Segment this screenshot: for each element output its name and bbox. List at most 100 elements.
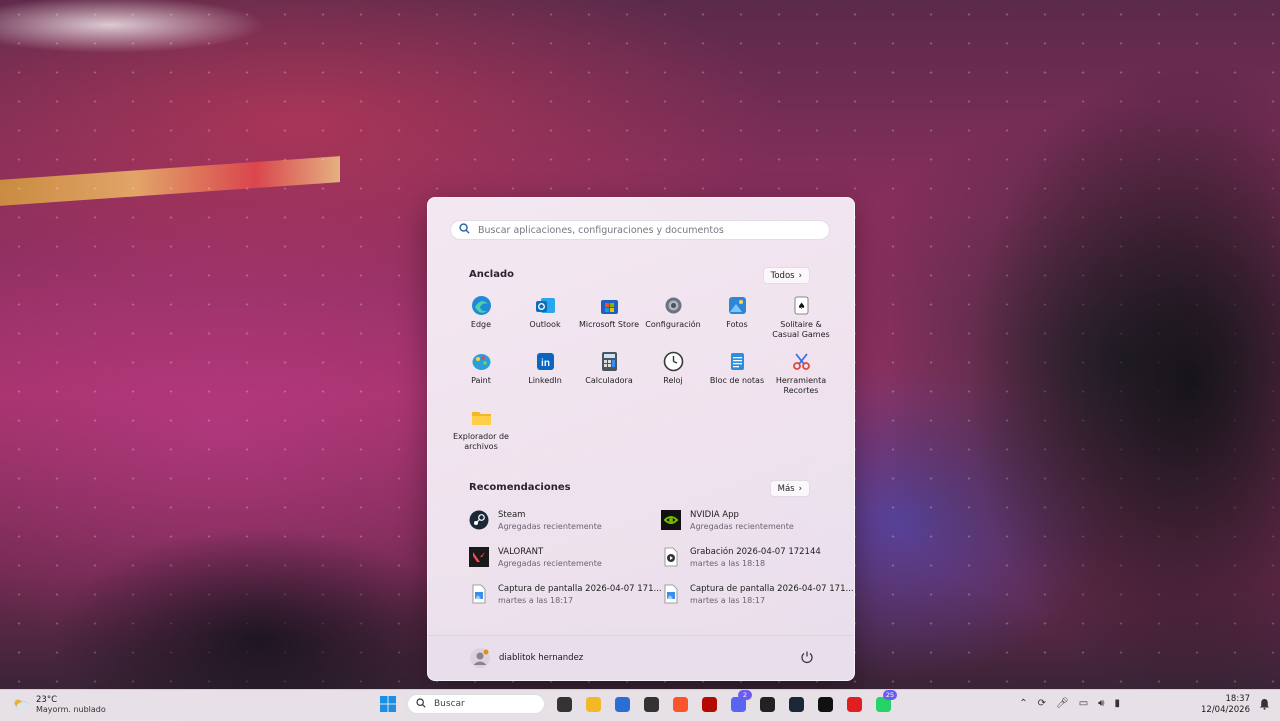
wallpaper-crowd xyxy=(0,440,430,690)
network-icon[interactable]: ▭ xyxy=(1079,698,1088,709)
notification-badge: 2 xyxy=(738,690,752,700)
svg-text:in: in xyxy=(541,358,550,369)
taskbar-search[interactable]: Buscar xyxy=(407,694,545,714)
chevron-up-icon[interactable]: ⌃ xyxy=(1019,698,1027,709)
wallpaper-people xyxy=(860,0,1280,690)
nvidia-icon xyxy=(661,510,681,530)
pinned-app-linkedin[interactable]: in LinkedIn xyxy=(513,351,577,396)
start-search-box[interactable] xyxy=(450,220,830,240)
pinned-app-gear[interactable]: Configuración xyxy=(641,295,705,340)
start-search-input[interactable] xyxy=(476,223,820,237)
search-icon xyxy=(416,697,426,711)
pinned-app-calculator[interactable]: Calculadora xyxy=(577,351,641,396)
pinned-app-store[interactable]: Microsoft Store xyxy=(577,295,641,340)
paint-icon xyxy=(471,351,492,372)
recommendation-item[interactable]: Captura de pantalla 2026-04-07 171... mar… xyxy=(469,584,662,606)
user-account-button[interactable]: diablitok hernandez xyxy=(470,648,583,668)
whatsapp-icon[interactable]: 25 xyxy=(873,690,897,714)
file-explorer-icon[interactable] xyxy=(583,694,603,714)
pinned-app-label: Herramienta Recortes xyxy=(775,376,827,395)
store-icon xyxy=(599,295,620,316)
pinned-app-edge[interactable]: Edge xyxy=(449,295,513,340)
pinned-app-label: Reloj xyxy=(663,376,683,385)
discord-icon[interactable]: 2 xyxy=(728,690,752,714)
pinned-app-label: Outlook xyxy=(529,320,561,329)
clock-time: 18:37 xyxy=(1225,694,1251,704)
brave-icon[interactable] xyxy=(670,694,690,714)
pinned-app-label: Explorador de archivos xyxy=(453,432,509,451)
calculator-icon xyxy=(599,351,620,372)
avatar xyxy=(470,648,490,668)
start-button[interactable] xyxy=(378,694,398,714)
image-file-icon xyxy=(469,584,489,604)
power-icon[interactable] xyxy=(800,650,814,664)
acrobat-icon[interactable] xyxy=(699,694,719,714)
pinned-app-label: Microsoft Store xyxy=(578,320,640,329)
all-apps-button[interactable]: Todos › xyxy=(762,267,810,284)
clock-icon xyxy=(663,351,684,372)
steam-icon[interactable] xyxy=(786,694,806,714)
recommendation-item[interactable]: NVIDIA App Agregadas recientemente xyxy=(661,510,836,532)
pinned-app-photos[interactable]: Fotos xyxy=(705,295,769,340)
recommendation-subtitle: Agregadas recientemente xyxy=(690,522,794,531)
pinned-app-notepad[interactable]: Bloc de notas xyxy=(705,351,769,396)
pinned-app-solitaire[interactable]: ♠ Solitaire & Casual Games xyxy=(769,295,833,340)
pinned-app-label: Paint xyxy=(471,376,491,385)
image-file-icon xyxy=(661,584,681,604)
recommendation-name: NVIDIA App xyxy=(690,510,739,520)
more-button[interactable]: Más › xyxy=(769,480,810,497)
user-name: diablitok hernandez xyxy=(499,653,584,663)
windows-icon xyxy=(380,696,396,712)
snipping-icon xyxy=(791,351,812,372)
recommendation-item[interactable]: Grabación 2026-04-07 172144 martes a las … xyxy=(661,547,836,569)
app-cube-icon[interactable] xyxy=(641,694,661,714)
riot-icon[interactable] xyxy=(757,694,777,714)
photos-icon xyxy=(727,295,748,316)
record-icon[interactable] xyxy=(844,694,864,714)
microphone-icon[interactable]: 🎤︎ xyxy=(1056,698,1069,709)
recommendation-name: Captura de pantalla 2026-04-07 171... xyxy=(690,584,854,594)
pinned-app-label: Solitaire & Casual Games xyxy=(772,320,830,339)
start-menu: Anclado Todos › Edge Outlook Microsoft Sto… xyxy=(427,197,855,681)
wallpaper-banner xyxy=(0,156,340,206)
recommendation-subtitle: martes a las 18:18 xyxy=(690,559,766,568)
svg-text:♠: ♠ xyxy=(797,302,805,312)
pinned-app-clock[interactable]: Reloj xyxy=(641,351,705,396)
linkedin-icon: in xyxy=(535,351,556,372)
recommendation-item[interactable]: VALORANT Agregadas recientemente xyxy=(469,547,644,569)
pinned-app-outlook[interactable]: Outlook xyxy=(513,295,577,340)
search-icon xyxy=(459,223,470,237)
recommendation-subtitle: martes a las 18:17 xyxy=(690,596,766,605)
pinned-title: Anclado xyxy=(469,269,514,280)
valorant-icon xyxy=(469,547,489,567)
steam-icon xyxy=(469,510,489,530)
video-file-icon xyxy=(661,547,681,567)
solitaire-icon: ♠ xyxy=(791,295,812,316)
system-tray: ⌃ ⟳ 🎤︎ ▭ 🔊︎ ▮ xyxy=(1019,698,1120,709)
task-view-icon[interactable] xyxy=(554,694,574,714)
clock[interactable]: 18:37 12/04/2026 xyxy=(1201,694,1250,716)
weather-widget[interactable]: 23°C Mayorm. nublado xyxy=(12,695,106,715)
all-apps-label: Todos xyxy=(770,270,795,281)
battery-icon[interactable]: ▮ xyxy=(1114,698,1120,709)
pinned-app-folder[interactable]: Explorador de archivos xyxy=(449,407,513,452)
weather-desc: Mayorm. nublado xyxy=(36,705,106,714)
pinned-app-snipping[interactable]: Herramienta Recortes xyxy=(769,351,833,396)
recommendation-item[interactable]: Captura de pantalla 2026-04-07 171... mar… xyxy=(661,584,854,606)
pinned-app-label: LinkedIn xyxy=(528,376,562,385)
taskbar-search-label: Buscar xyxy=(434,699,465,709)
store-icon[interactable] xyxy=(612,694,632,714)
recommendations-title: Recomendaciones xyxy=(469,482,571,493)
taskbar: 23°C Mayorm. nublado Buscar 2 25 ⌃ ⟳ 🎤︎ ▭… xyxy=(0,689,1280,721)
capcut-icon[interactable] xyxy=(815,694,835,714)
pinned-app-label: Edge xyxy=(470,320,492,329)
notification-bell-icon[interactable] xyxy=(1259,698,1270,713)
clock-date: 12/04/2026 xyxy=(1201,705,1250,715)
recommendation-name: Steam xyxy=(498,510,526,520)
volume-icon[interactable]: 🔊︎ xyxy=(1098,698,1104,709)
sync-icon[interactable]: ⟳ xyxy=(1038,698,1046,709)
pinned-app-label: Calculadora xyxy=(585,376,633,385)
pinned-app-paint[interactable]: Paint xyxy=(449,351,513,396)
notification-badge: 25 xyxy=(883,690,897,700)
recommendation-item[interactable]: Steam Agregadas recientemente xyxy=(469,510,644,532)
